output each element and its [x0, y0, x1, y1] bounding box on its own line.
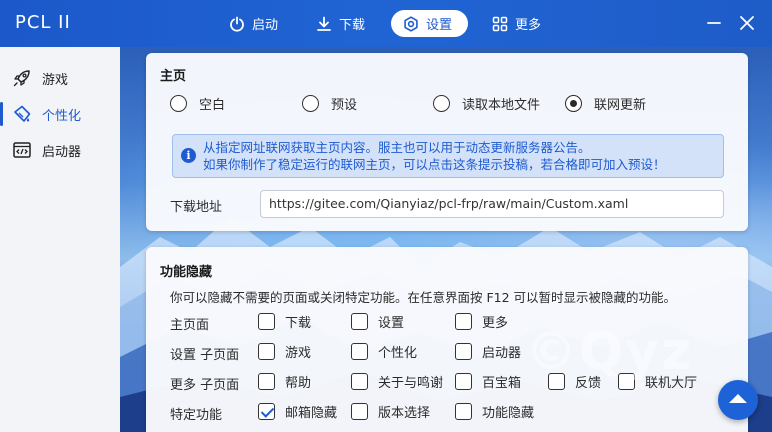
nav-download[interactable]: 下载: [304, 10, 377, 37]
radio-blank[interactable]: 空白: [170, 94, 225, 113]
grid-icon: [492, 16, 508, 31]
checkbox-label: 设置: [378, 316, 405, 331]
info-line-2: 如果你制作了稳定运行的联网主页，可以点击这条提示投稿，若合格即可加入预设！: [203, 157, 666, 172]
watermark: ©Qyz: [525, 322, 694, 382]
info-hint[interactable]: i 从指定网址联网获取主页内容。服主也可以用于动态更新服务器公告。 如果你制作了…: [172, 134, 724, 178]
sidebar: 游戏 个性化 启动器: [0, 47, 120, 432]
nav-more-label: 更多: [515, 18, 542, 33]
checkbox-hide-toolbox[interactable]: 百宝箱: [455, 372, 521, 391]
code-window-icon: [13, 142, 31, 158]
homepage-title: 主页: [160, 69, 187, 84]
checkbox-label: 帮助: [285, 376, 312, 391]
sidebar-item-game-label: 游戏: [42, 72, 69, 88]
checkbox-hide-settings[interactable]: 设置: [351, 312, 404, 331]
radio-online-update-label: 联网更新: [594, 98, 647, 113]
app-title: PCL II: [15, 12, 71, 33]
checkbox-label: 游戏: [285, 346, 312, 361]
download-icon: [317, 16, 331, 31]
checkbox-hide-download[interactable]: 下载: [258, 312, 311, 331]
checkbox-label: 关于与鸣谢: [378, 376, 444, 391]
checkbox-hide-more[interactable]: 更多: [455, 312, 508, 331]
radio-local-file[interactable]: 读取本地文件: [433, 94, 540, 113]
checkbox-hide-feature-hide[interactable]: 功能隐藏: [455, 402, 534, 421]
checkbox-label: 更多: [482, 316, 509, 331]
checkbox-hide-version-select[interactable]: 版本选择: [351, 402, 430, 421]
arrow-up-icon: [729, 394, 747, 403]
active-indicator: [0, 102, 3, 126]
checkbox-box: [258, 373, 275, 390]
info-icon: i: [181, 148, 196, 163]
radio-circle: [433, 95, 450, 112]
nav-launch[interactable]: 启动: [217, 10, 290, 37]
sidebar-item-personalize[interactable]: 个性化: [0, 97, 120, 131]
nav-settings-label: 设置: [426, 18, 453, 33]
radio-preset[interactable]: 预设: [302, 94, 357, 113]
radio-circle-selected: [565, 95, 582, 112]
checkbox-box: [455, 343, 472, 360]
checkbox-hide-launcher[interactable]: 启动器: [455, 342, 521, 361]
row-label-settings-sub: 设置 子页面: [170, 348, 240, 363]
checkbox-label: 启动器: [482, 346, 522, 361]
checkbox-box: [351, 373, 368, 390]
nav-more[interactable]: 更多: [480, 10, 553, 37]
checkbox-box: [258, 343, 275, 360]
title-bar: PCL II 启动 下载 设置 更多: [0, 0, 772, 47]
radio-preset-label: 预设: [331, 98, 358, 113]
checkbox-hide-about[interactable]: 关于与鸣谢: [351, 372, 443, 391]
checkbox-hide-email[interactable]: 邮箱隐藏: [258, 402, 337, 421]
checkbox-hide-help[interactable]: 帮助: [258, 372, 311, 391]
checkbox-box-checked: [258, 403, 275, 420]
feature-hide-title: 功能隐藏: [160, 265, 213, 280]
sidebar-item-game[interactable]: 游戏: [0, 61, 120, 95]
sidebar-item-launcher-label: 启动器: [42, 144, 82, 160]
checkbox-label: 个性化: [378, 346, 418, 361]
power-icon: [230, 16, 244, 32]
radio-circle: [170, 95, 187, 112]
close-icon[interactable]: [737, 13, 757, 33]
checkbox-box: [455, 313, 472, 330]
nav-settings[interactable]: 设置: [391, 10, 468, 37]
radio-local-file-label: 读取本地文件: [462, 98, 541, 113]
checkbox-label: 版本选择: [378, 406, 431, 421]
scroll-top-button[interactable]: [718, 380, 758, 420]
info-line-1: 从指定网址联网获取主页内容。服主也可以用于动态更新服务器公告。: [203, 140, 591, 155]
checkbox-box: [351, 403, 368, 420]
checkbox-label: 功能隐藏: [482, 406, 535, 421]
radio-blank-label: 空白: [199, 98, 226, 113]
checkbox-box: [351, 343, 368, 360]
checkbox-hide-personalize[interactable]: 个性化: [351, 342, 417, 361]
row-label-main: 主页面: [170, 318, 210, 333]
checkbox-hide-game[interactable]: 游戏: [258, 342, 311, 361]
checkbox-label: 百宝箱: [482, 376, 522, 391]
checkbox-box: [258, 313, 275, 330]
checkbox-box: [351, 313, 368, 330]
radio-online-update[interactable]: 联网更新: [565, 94, 646, 113]
checkbox-box: [455, 403, 472, 420]
minimize-icon[interactable]: [704, 13, 724, 33]
checkbox-box: [455, 373, 472, 390]
url-input[interactable]: https://gitee.com/Qianyiaz/pcl-frp/raw/m…: [260, 190, 724, 218]
row-label-features: 特定功能: [170, 408, 223, 423]
feature-hide-desc: 你可以隐藏不需要的页面或关闭特定功能。在任意界面按 F12 可以暂时显示被隐藏的…: [170, 290, 677, 305]
checkbox-label: 邮箱隐藏: [285, 406, 338, 421]
sidebar-item-personalize-label: 个性化: [42, 108, 82, 124]
rocket-icon: [13, 70, 30, 87]
url-label: 下载地址: [170, 200, 223, 215]
homepage-card: 主页 空白 预设 读取本地文件 联网更新 i 从指定网址联网获取主页内容。服主也…: [146, 53, 748, 231]
checkbox-label: 下载: [285, 316, 312, 331]
settings-icon: [404, 15, 418, 32]
row-label-more-sub: 更多 子页面: [170, 378, 240, 393]
radio-circle: [302, 95, 319, 112]
brush-icon: [14, 105, 31, 122]
sidebar-item-launcher[interactable]: 启动器: [0, 133, 120, 167]
nav-launch-label: 启动: [252, 18, 279, 33]
nav-download-label: 下载: [339, 18, 366, 33]
